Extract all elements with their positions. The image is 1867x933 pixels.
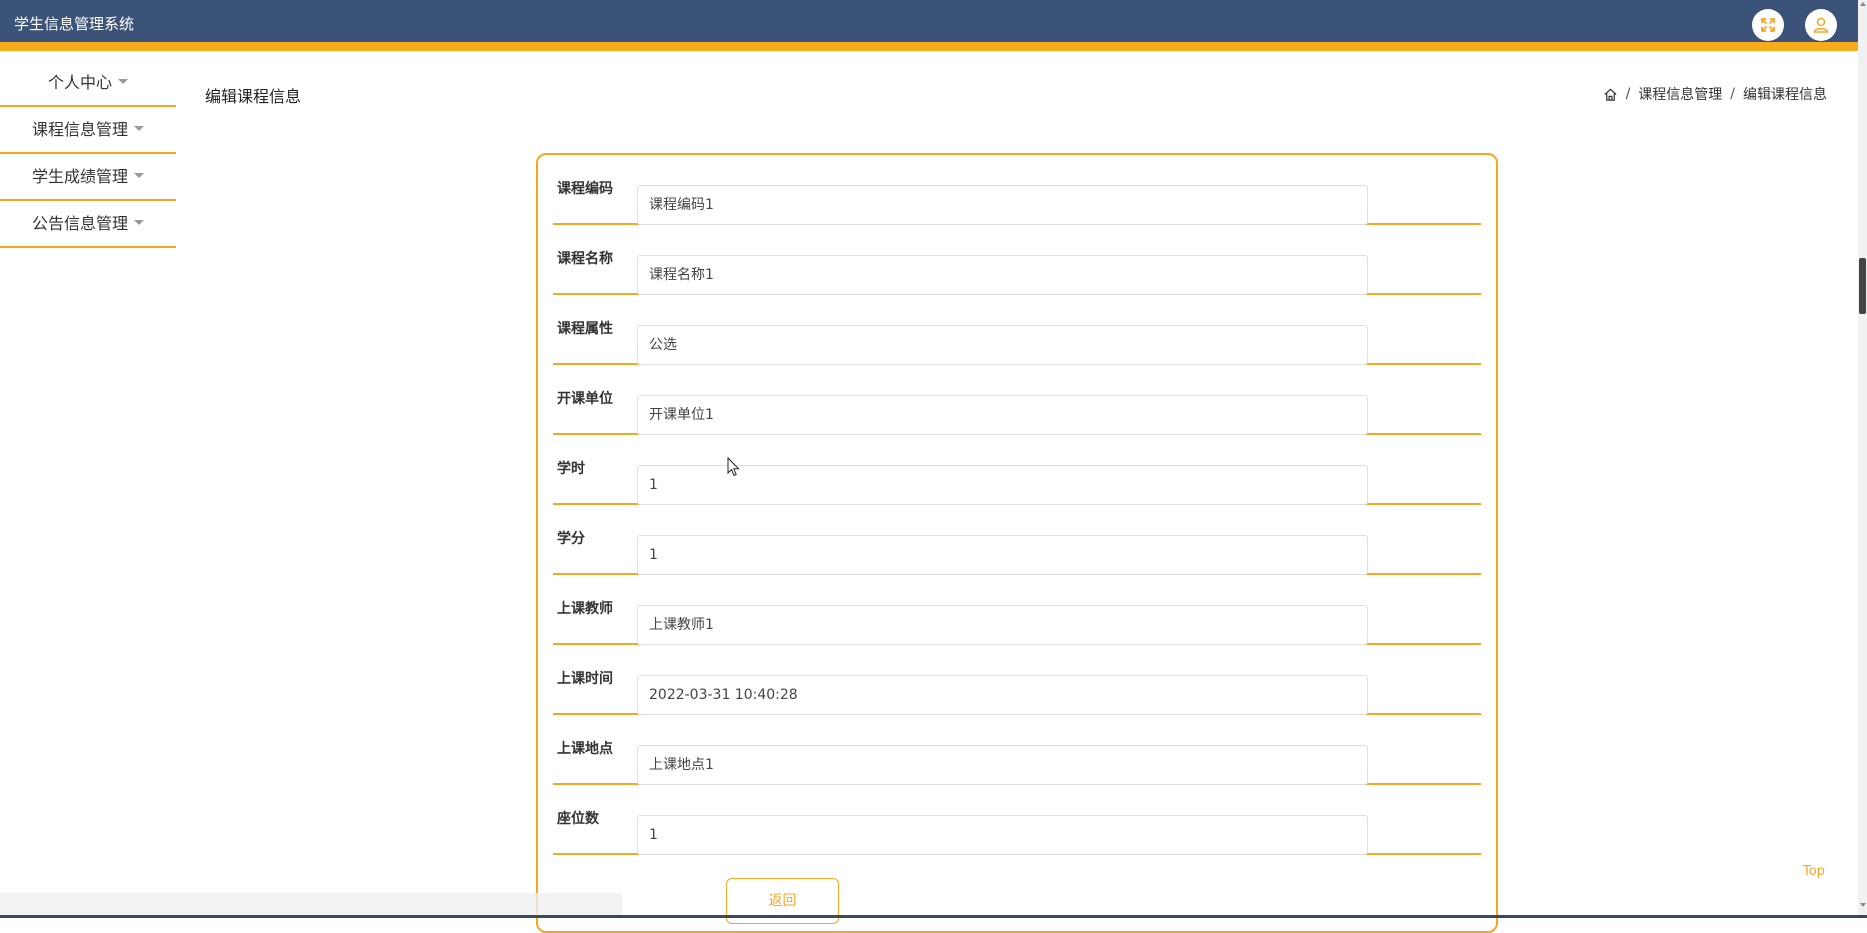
- caret-down-icon: [134, 220, 144, 225]
- caret-down-icon: [134, 126, 144, 131]
- sidebar-item-label: 个人中心: [47, 73, 112, 92]
- sidebar-item-label: 公告信息管理: [31, 214, 128, 233]
- field-label: 学分: [557, 531, 585, 547]
- hours-input[interactable]: 1: [637, 465, 1368, 505]
- breadcrumb-separator: /: [1625, 86, 1631, 102]
- top-header: 学生信息管理系统: [0, 0, 1858, 51]
- caret-down-icon: [134, 173, 144, 178]
- back-to-top-link[interactable]: Top: [1803, 864, 1825, 879]
- form-row-seats: 座位数 1: [553, 785, 1481, 855]
- status-strip: [0, 893, 622, 915]
- teacher-input[interactable]: 上课教师1: [637, 605, 1368, 645]
- credits-input[interactable]: 1: [637, 535, 1368, 575]
- field-label: 上课教师: [557, 601, 613, 617]
- user-icon: [1813, 17, 1829, 33]
- vertical-scrollbar[interactable]: [1858, 0, 1867, 918]
- fullscreen-button[interactable]: [1752, 9, 1784, 41]
- mouse-cursor-icon: [727, 457, 740, 477]
- field-label: 上课地点: [557, 741, 613, 757]
- seats-input[interactable]: 1: [637, 815, 1368, 855]
- user-button[interactable]: [1805, 9, 1837, 41]
- form-row-location: 上课地点 上课地点1: [553, 715, 1481, 785]
- fullscreen-icon: [1761, 18, 1775, 32]
- field-label: 开课单位: [557, 391, 613, 407]
- app-title: 学生信息管理系统: [14, 15, 135, 33]
- header-accent-stripe: [0, 42, 1858, 51]
- breadcrumb-course-management[interactable]: 课程信息管理: [1638, 84, 1722, 104]
- course-attribute-input[interactable]: 公选: [637, 325, 1368, 365]
- page-title: 编辑课程信息: [205, 87, 302, 106]
- scroll-up-icon[interactable]: [1860, 2, 1866, 6]
- field-label: 课程名称: [557, 251, 613, 267]
- sidebar-item-label: 课程信息管理: [31, 120, 128, 139]
- breadcrumb-current: 编辑课程信息: [1743, 87, 1827, 103]
- field-label: 座位数: [557, 811, 599, 827]
- location-input[interactable]: 上课地点1: [637, 745, 1368, 785]
- scroll-down-icon[interactable]: [1860, 903, 1866, 907]
- form-row-credits: 学分 1: [553, 505, 1481, 575]
- department-input[interactable]: 开课单位1: [637, 395, 1368, 435]
- form-row-class-time: 上课时间 2022-03-31 10:40:28: [553, 645, 1481, 715]
- form-row-course-code: 课程编码 课程编码1: [553, 155, 1481, 225]
- sidebar-item-notice-management[interactable]: 公告信息管理: [0, 201, 176, 248]
- form-row-course-attribute: 课程属性 公选: [553, 295, 1481, 365]
- home-icon[interactable]: [1603, 87, 1618, 102]
- class-time-input[interactable]: 2022-03-31 10:40:28: [637, 675, 1368, 715]
- sidebar: 个人中心 课程信息管理 学生成绩管理 公告信息管理: [0, 60, 176, 248]
- sidebar-item-personal-center[interactable]: 个人中心: [0, 60, 176, 107]
- scrollbar-thumb[interactable]: [1859, 258, 1866, 314]
- form-row-course-name: 课程名称 课程名称1: [553, 225, 1481, 295]
- breadcrumb-separator: /: [1730, 86, 1735, 102]
- form-row-teacher: 上课教师 上课教师1: [553, 575, 1481, 645]
- form-row-hours: 学时 1: [553, 435, 1481, 505]
- sidebar-item-grade-management[interactable]: 学生成绩管理: [0, 154, 176, 201]
- sidebar-item-label: 学生成绩管理: [31, 167, 128, 186]
- breadcrumb: / 课程信息管理 / 编辑课程信息: [1603, 84, 1827, 104]
- course-code-input[interactable]: 课程编码1: [637, 185, 1368, 225]
- field-label: 学时: [557, 461, 585, 477]
- course-name-input[interactable]: 课程名称1: [637, 255, 1368, 295]
- caret-down-icon: [118, 79, 128, 84]
- field-label: 课程编码: [557, 181, 613, 197]
- field-label: 上课时间: [557, 671, 613, 687]
- edit-course-form: 课程编码 课程编码1 课程名称 课程名称1 课程属性 公选 开课单位 开课单位1…: [536, 153, 1498, 933]
- sidebar-item-course-management[interactable]: 课程信息管理: [0, 107, 176, 154]
- form-row-department: 开课单位 开课单位1: [553, 365, 1481, 435]
- field-label: 课程属性: [557, 321, 613, 337]
